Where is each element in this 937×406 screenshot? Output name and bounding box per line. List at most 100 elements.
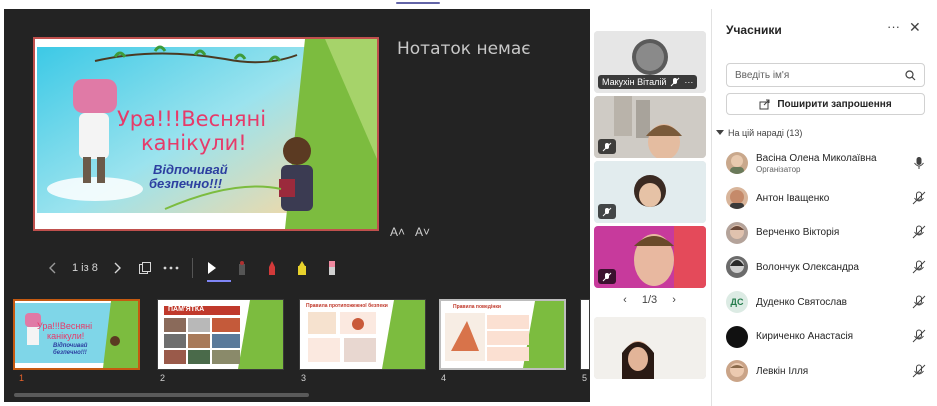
search-input[interactable] <box>735 69 905 81</box>
participant-name: Кириченко Анастасія <box>756 331 854 343</box>
avatar-photo <box>730 155 744 175</box>
mic-on-icon[interactable] <box>912 156 926 170</box>
thumbnail-scrollbar[interactable] <box>14 393 309 397</box>
highlighter-icon <box>297 261 306 275</box>
video-2-mute-indicator <box>598 139 616 154</box>
close-panel-button[interactable]: ✕ <box>909 19 921 36</box>
participant-info: Верченко Вікторія <box>756 227 839 238</box>
participant-name: Левкін Ілля <box>756 365 809 377</box>
presenter-toolbar: 1 із 8 <box>42 257 343 279</box>
thumbnail-1-title-line1: Ура!!!Весняні <box>37 321 93 331</box>
mic-off-icon[interactable] <box>912 364 926 378</box>
thumbnail-2-banner: ПАМ'ЯТКА <box>168 306 205 313</box>
share-icon <box>759 99 770 109</box>
slide-thumbnail-5[interactable] <box>580 299 590 370</box>
video-tile-5[interactable] <box>594 317 706 379</box>
thumbnail-3-heading: Правила протипожежної безпеки <box>306 303 388 309</box>
mic-off-icon <box>602 207 612 216</box>
eraser-button[interactable] <box>321 257 343 279</box>
video-gallery: Макухін Віталій ··· ‹ 1/3 › <box>590 9 709 402</box>
mic-off-icon <box>671 77 680 87</box>
pointer-tool-button[interactable] <box>201 257 223 279</box>
thumbnail-1-title: Ура!!!Весняні канікули! <box>37 321 92 341</box>
participant-row[interactable]: Верченко Вікторія <box>712 215 937 250</box>
thumbnail-5-background <box>581 300 589 369</box>
slide-title-line2: канікули! <box>141 131 247 155</box>
thumbnail-1-title-line2: канікули! <box>47 331 85 341</box>
thumbnail-4-background <box>441 301 564 368</box>
avatar-photo <box>730 363 744 378</box>
slide-subtitle-line1: Відпочивай <box>153 162 228 177</box>
in-meeting-section-label: На цій нараді (13) <box>728 128 803 138</box>
mic-off-icon <box>602 272 612 281</box>
share-invite-button[interactable]: Поширити запрошення <box>726 93 925 115</box>
panel-more-button[interactable]: ··· <box>887 19 900 34</box>
video-pager: ‹ 1/3 › <box>590 294 709 306</box>
slide-thumbnail-2[interactable]: ПАМ'ЯТКА <box>157 299 284 370</box>
slide-title-line1: Ура!!!Весняні <box>117 107 267 131</box>
participant-row[interactable]: ДС Дуденко Святослав <box>712 285 937 320</box>
video-pager-prev-button[interactable]: ‹ <box>623 294 627 306</box>
slide-grid-button[interactable] <box>134 257 156 279</box>
mic-off-icon[interactable] <box>912 191 926 205</box>
avatar-photo <box>730 259 744 274</box>
in-meeting-section-toggle[interactable]: На цій нараді (13) <box>716 128 802 138</box>
thumbnail-1-subtitle: Відпочивай безпечно!!! <box>53 343 87 357</box>
participant-row[interactable]: Волончук Олександра <box>712 250 937 285</box>
video-tile-1[interactable]: Макухін Віталій ··· <box>594 31 706 93</box>
thumbnail-3-number: 3 <box>301 373 307 383</box>
current-slide[interactable]: Ура!!!Весняні канікули! Відпочивай безпе… <box>33 37 379 231</box>
participant-info: Дуденко Святослав <box>756 297 847 308</box>
avatar: ДС <box>726 291 748 314</box>
next-slide-button[interactable] <box>106 257 128 279</box>
participant-row[interactable]: Антон Іващенко <box>712 181 937 216</box>
video-tile-3[interactable] <box>594 161 706 223</box>
participant-info: Левкін Ілля <box>756 366 808 377</box>
mic-off-icon <box>602 142 612 151</box>
eraser-icon <box>328 261 335 275</box>
participant-row[interactable]: Васіна Олена Миколаївна Організатор <box>712 146 937 181</box>
slide-thumbnail-3[interactable]: Правила протипожежної безпеки <box>299 299 426 370</box>
mic-off-icon[interactable] <box>912 260 926 274</box>
avatar <box>726 360 748 383</box>
previous-slide-button[interactable] <box>42 257 64 279</box>
video-3-mute-indicator <box>598 204 616 219</box>
slide-title: Ура!!!Весняні канікули! <box>117 107 266 155</box>
slide-thumbnail-4[interactable]: Правила поведінки <box>439 299 566 370</box>
video-pager-label: 1/3 <box>641 294 658 306</box>
chevron-left-icon <box>49 262 56 274</box>
pen-red-icon <box>268 261 275 275</box>
participant-search[interactable] <box>726 63 925 87</box>
laser-pointer-button[interactable] <box>231 257 253 279</box>
video-5-feed <box>594 317 706 379</box>
video-tile-4[interactable] <box>594 226 706 288</box>
mic-off-icon[interactable] <box>912 329 926 343</box>
participant-info: Кириченко Анастасія <box>756 331 853 342</box>
font-decrease-button[interactable]: A˅ <box>415 225 430 239</box>
chevron-down-icon <box>716 130 724 135</box>
participant-name: Васіна Олена Миколаївна <box>756 152 877 164</box>
slide-subtitle: Відпочивай безпечно!!! <box>149 162 228 191</box>
video-1-more-button[interactable]: ··· <box>684 77 693 87</box>
panel-title: Учасники <box>726 23 782 37</box>
participant-row[interactable]: Кириченко Анастасія <box>712 319 937 354</box>
notes-font-controls: A˄ A˅ <box>390 225 430 239</box>
mic-off-icon[interactable] <box>912 225 926 239</box>
search-icon <box>905 69 916 80</box>
more-options-button[interactable] <box>160 257 182 279</box>
participant-row[interactable]: Левкін Ілля <box>712 354 937 389</box>
mic-off-icon[interactable] <box>912 295 926 309</box>
font-increase-button[interactable]: A˄ <box>390 225 405 239</box>
thumbnail-1-subtitle-line2: безпечно!!! <box>53 350 87 356</box>
slide-thumbnail-1[interactable]: Ура!!!Весняні канікули! Відпочивай безпе… <box>13 299 140 370</box>
avatar <box>726 221 748 244</box>
active-tool-indicator <box>207 280 231 282</box>
toolbar-divider <box>191 258 193 278</box>
avatar <box>726 152 748 175</box>
pen-red-button[interactable] <box>261 257 283 279</box>
video-pager-next-button[interactable]: › <box>672 294 676 306</box>
thumbnail-1-subtitle-line1: Відпочивай <box>53 343 88 349</box>
laser-pointer-icon <box>238 261 245 275</box>
highlighter-button[interactable] <box>291 257 313 279</box>
video-tile-2[interactable] <box>594 96 706 158</box>
